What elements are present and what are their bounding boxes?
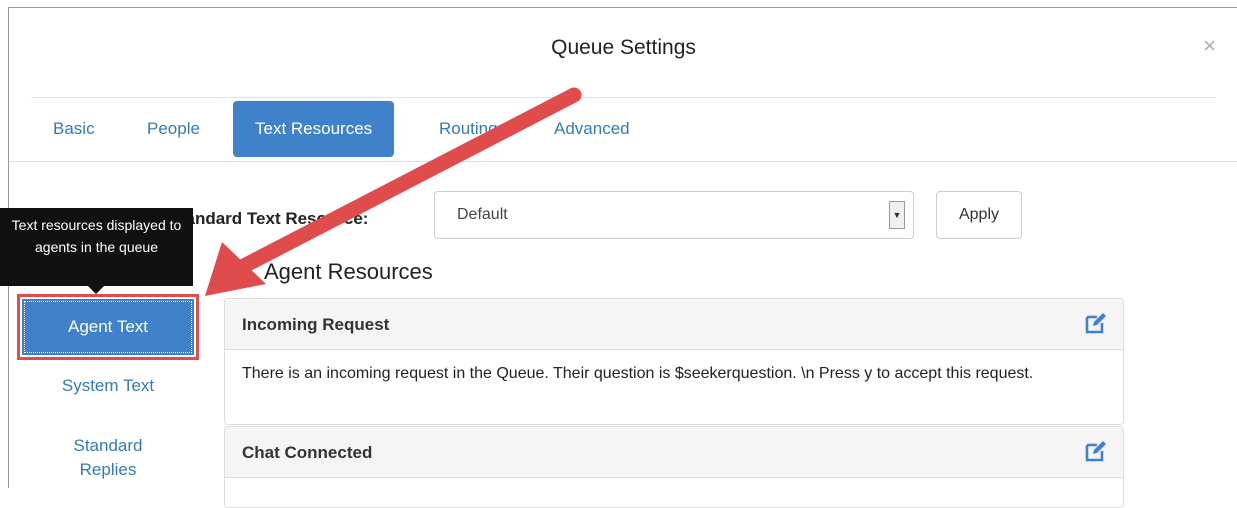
tab-text-resources[interactable]: Text Resources [233,101,395,157]
panel-header: Chat Connected [225,427,1123,478]
tooltip: Text resources displayed to agents in th… [0,208,193,286]
resource-select-value: Default [457,206,508,223]
resource-panel-chat-connected: Chat Connected [224,426,1124,508]
panel-title: Incoming Request [242,315,390,334]
section-heading: Agent Resources [264,259,433,284]
tab-divider [9,161,1237,162]
resource-panel-incoming-request: Incoming Request There is an incoming re… [224,298,1124,425]
chevron-down-icon[interactable]: ▼ [889,201,905,229]
sidebar-item-standard-replies[interactable]: Standard Replies [17,434,199,482]
edit-icon[interactable] [1083,312,1107,336]
sidebar-item-agent-text[interactable]: Agent Text [17,294,199,360]
resource-select[interactable]: Default ▼ [434,191,914,239]
panel-title: Chat Connected [242,443,373,462]
tooltip-caret [88,286,104,294]
tab-people[interactable]: People [125,101,222,157]
panel-body: There is an incoming request in the Queu… [242,365,1034,382]
close-icon[interactable]: × [1203,33,1216,59]
dialog-title: Queue Settings [551,36,696,59]
apply-button[interactable]: Apply [936,191,1022,239]
sidebar-item-system-text[interactable]: System Text [17,376,199,396]
tab-advanced[interactable]: Advanced [532,101,652,157]
divider [31,97,1216,98]
edit-icon[interactable] [1083,440,1107,464]
panel-body [225,478,1123,502]
tab-basic[interactable]: Basic [31,101,117,157]
sidebar-item-label: Agent Text [22,299,194,355]
tab-routing[interactable]: Routing [417,101,520,157]
panel-header: Incoming Request [225,299,1123,350]
